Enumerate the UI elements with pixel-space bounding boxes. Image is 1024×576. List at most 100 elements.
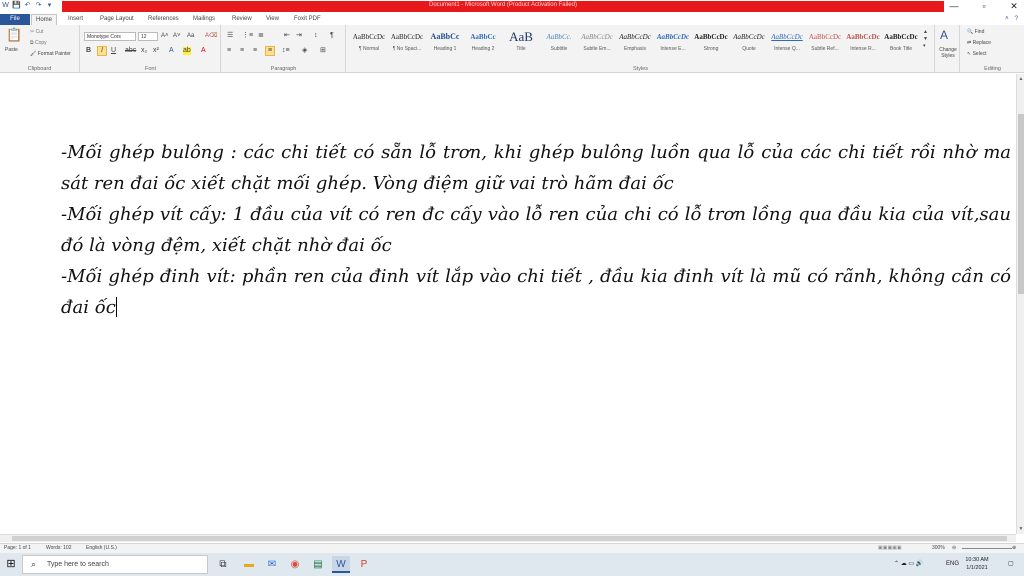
tab-mailings[interactable]: Mailings	[189, 14, 219, 25]
vertical-scroll-thumb[interactable]	[1018, 114, 1024, 294]
tab-home[interactable]: Home	[31, 14, 58, 25]
chrome-icon[interactable]: ◉	[286, 556, 304, 573]
align-left-icon[interactable]: ≡	[227, 47, 231, 55]
save-icon[interactable]: 💾	[12, 1, 21, 10]
change-styles-icon[interactable]: A	[940, 29, 948, 42]
clear-formatting-icon[interactable]: A⌫	[205, 32, 218, 40]
input-language[interactable]: ENG	[946, 553, 959, 576]
bold-icon[interactable]: B	[86, 47, 91, 55]
cut-button[interactable]: ✂ Cut	[30, 29, 43, 35]
superscript-icon[interactable]: x²	[153, 47, 159, 55]
word-count[interactable]: Words: 102	[46, 544, 71, 553]
change-styles-label[interactable]: Change Styles	[937, 47, 959, 59]
find-button[interactable]: 🔍 Find	[967, 29, 984, 35]
tab-insert[interactable]: Insert	[64, 14, 87, 25]
zoom-slider[interactable]	[962, 548, 1012, 549]
minimize-button[interactable]: —	[948, 1, 960, 11]
shading-icon[interactable]: ◈	[302, 47, 307, 55]
collapse-ribbon-icon[interactable]: ˄	[1005, 13, 1009, 25]
file-explorer-icon[interactable]: ▬	[240, 556, 258, 573]
decrease-indent-icon[interactable]: ⇤	[284, 32, 290, 40]
tab-page-layout[interactable]: Page Layout	[96, 14, 138, 25]
style-intense-emphasis[interactable]: AaBbCcDc Intense E...	[654, 28, 692, 58]
numbering-icon[interactable]: ⋮≡	[242, 32, 253, 40]
bullets-icon[interactable]: ☰	[227, 32, 233, 40]
undo-icon[interactable]: ↶	[23, 1, 32, 10]
font-color-icon[interactable]: A	[201, 47, 206, 55]
show-formatting-icon[interactable]: ¶	[330, 32, 334, 40]
font-name-select[interactable]: Monotype Cors	[84, 32, 136, 41]
shrink-font-icon[interactable]: A˅	[173, 32, 181, 40]
powerpoint-icon[interactable]: P	[355, 556, 373, 573]
word-taskbar-icon[interactable]: W	[332, 556, 350, 573]
grow-font-icon[interactable]: A˄	[161, 32, 169, 40]
line-spacing-icon[interactable]: ↕≡	[282, 47, 290, 55]
page-count[interactable]: Page: 1 of 1	[4, 544, 31, 553]
mail-icon[interactable]: ✉	[263, 556, 281, 573]
task-view-icon[interactable]: ⧉	[214, 556, 232, 573]
notifications-icon[interactable]: ▢	[1008, 553, 1014, 576]
underline-icon[interactable]: U	[111, 47, 116, 55]
align-right-icon[interactable]: ≡	[253, 47, 257, 55]
justify-icon[interactable]: ≡	[265, 46, 275, 56]
sort-icon[interactable]: ↕	[314, 32, 318, 40]
increase-indent-icon[interactable]: ⇥	[296, 32, 302, 40]
style-subtitle[interactable]: AaBbCc. Subtitle	[540, 28, 578, 58]
view-buttons-icon[interactable]: ▣▣▣▣▣	[878, 544, 902, 553]
zoom-in-icon[interactable]: ⊕	[1012, 544, 1016, 553]
excel-icon[interactable]: ▤	[309, 556, 327, 573]
horizontal-scrollbar[interactable]	[0, 534, 1016, 542]
paste-icon[interactable]: 📋	[6, 28, 22, 42]
select-button[interactable]: ↖ Select	[967, 51, 987, 57]
system-clock[interactable]: 10:30 AM 1/1/2021	[960, 556, 994, 572]
horizontal-scroll-thumb[interactable]	[12, 536, 1007, 541]
style-strong[interactable]: AaBbCcDc Strong	[692, 28, 730, 58]
zoom-level[interactable]: 300%	[932, 544, 945, 553]
tab-view[interactable]: View	[262, 14, 283, 25]
italic-icon[interactable]: I	[97, 46, 107, 56]
paragraph-1[interactable]: -Mối ghép bulông : các chi tiết có sẵn l…	[61, 137, 1011, 199]
customize-qat-icon[interactable]: ▾	[45, 1, 54, 10]
zoom-out-icon[interactable]: ⊖	[952, 544, 956, 553]
copy-button[interactable]: ⧉ Copy	[30, 40, 47, 46]
tab-review[interactable]: Review	[228, 14, 256, 25]
tab-references[interactable]: References	[144, 14, 183, 25]
tab-foxit-pdf[interactable]: Foxit PDF	[290, 14, 325, 25]
scroll-down-icon[interactable]: ▼	[1018, 526, 1024, 532]
scroll-up-icon[interactable]: ▲	[1018, 76, 1024, 82]
document-area[interactable]: -Mối ghép bulông : các chi tiết có sẵn l…	[0, 74, 1016, 534]
taskbar-search[interactable]: ⌕ Type here to search	[22, 555, 208, 574]
replace-button[interactable]: ⇄ Replace	[967, 40, 991, 46]
strikethrough-icon[interactable]: abc	[125, 47, 136, 55]
document-body[interactable]: -Mối ghép bulông : các chi tiết có sẵn l…	[61, 137, 1011, 323]
tray-icons[interactable]: ⌃ ☁ ▭ 🔊	[894, 553, 923, 576]
windows-start-icon[interactable]: ⊞	[2, 556, 20, 573]
style-intense-reference[interactable]: AaBbCcDc Intense R...	[844, 28, 882, 58]
format-painter-button[interactable]: 🖌 Format Painter	[30, 51, 71, 57]
word-app-icon[interactable]: W	[1, 1, 10, 10]
style-subtle-reference[interactable]: AaBbCcDc Subtle Ref...	[806, 28, 844, 58]
close-button[interactable]: ✕	[1008, 1, 1020, 11]
maximize-button[interactable]: ▫	[978, 1, 990, 11]
style-book-title[interactable]: AaBbCcDc Book Title	[882, 28, 920, 58]
style-quote[interactable]: AaBbCcDc Quote	[730, 28, 768, 58]
style-heading-2[interactable]: AaBbCc Heading 2	[464, 28, 502, 58]
tab-file[interactable]: File	[0, 14, 30, 25]
style-subtle-emphasis[interactable]: AaBbCcDc Subtle Em...	[578, 28, 616, 58]
subscript-icon[interactable]: x₂	[141, 47, 147, 55]
style-heading-1[interactable]: AaBbCc Heading 1	[426, 28, 464, 58]
vertical-scrollbar[interactable]: ▲ ▼	[1016, 74, 1024, 534]
style-normal[interactable]: AaBbCcDc ¶ Normal	[350, 28, 388, 58]
multilevel-list-icon[interactable]: ≣	[258, 32, 264, 40]
redo-icon[interactable]: ↷	[34, 1, 43, 10]
paragraph-2[interactable]: -Mối ghép vít cấy: 1 đầu của vít có ren …	[61, 199, 1011, 261]
style-no-spacing[interactable]: AaBbCcDc ¶ No Spaci...	[388, 28, 426, 58]
language-indicator[interactable]: English (U.S.)	[86, 544, 117, 553]
style-emphasis[interactable]: AaBbCcDc Emphasis	[616, 28, 654, 58]
highlight-icon[interactable]: ab	[183, 47, 191, 55]
styles-scroll-icon[interactable]: ▲ ▼ ▾	[923, 29, 928, 50]
style-intense-quote[interactable]: AaBbCcDc Intense Q...	[768, 28, 806, 58]
paste-label[interactable]: Paste	[5, 47, 18, 53]
borders-icon[interactable]: ⊞	[320, 47, 326, 55]
text-effects-icon[interactable]: A	[169, 47, 174, 55]
